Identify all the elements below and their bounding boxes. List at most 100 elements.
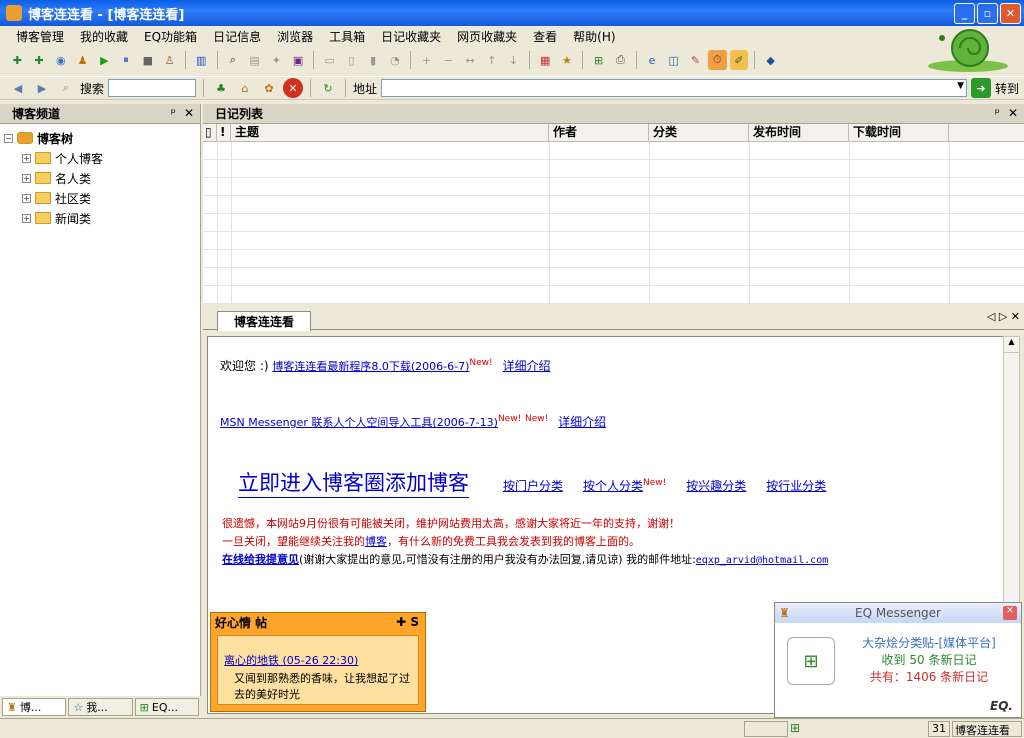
copy-icon[interactable]: ▯ — [342, 50, 361, 70]
globe-icon[interactable]: ◉ — [51, 50, 70, 70]
menu-browser[interactable]: 浏览器 — [269, 28, 321, 45]
close-icon[interactable]: ✕ — [1003, 606, 1017, 620]
menu-web-favorites[interactable]: 网页收藏夹 — [449, 28, 525, 45]
expand-icon[interactable]: + — [22, 173, 31, 183]
search-icon[interactable]: ⌕ — [56, 78, 76, 98]
comment-icon[interactable]: ◔ — [386, 50, 405, 70]
home-icon[interactable]: ⌂ — [235, 78, 255, 98]
calendar-icon[interactable]: ▦ — [536, 50, 555, 70]
maximize-button[interactable]: ▫ — [977, 3, 998, 24]
printer-icon[interactable]: ⎙ — [611, 50, 630, 70]
stop-icon[interactable]: ■ — [138, 50, 157, 70]
pin-icon[interactable]: ✦ — [267, 50, 286, 70]
edit-icon[interactable]: ✎ — [686, 50, 705, 70]
column-author[interactable]: 作者 — [549, 124, 649, 141]
play-icon[interactable]: ▶ — [95, 50, 114, 70]
column-subject[interactable]: 主题 — [231, 124, 549, 141]
personal-category-link[interactable]: 按个人分类 — [583, 479, 643, 493]
new-folder-icon[interactable]: ✚ — [30, 50, 49, 70]
menu-blog-manage[interactable]: 博客管理 — [8, 28, 72, 45]
column-publish-time[interactable]: 发布时间 — [749, 124, 849, 141]
feedback-link[interactable]: 在线给我提意见 — [222, 553, 299, 566]
blog-link[interactable]: 博客 — [365, 535, 387, 548]
collapse-icon[interactable]: − — [4, 133, 13, 143]
tree-item-personal[interactable]: + 个人博客 — [4, 148, 200, 168]
note-post-link[interactable]: 离心的地铁 (05-26 22:30) — [224, 652, 412, 668]
up-arrow-icon[interactable]: ↑ — [482, 50, 501, 70]
search-input[interactable] — [108, 79, 197, 97]
tab-blog[interactable]: ♜ 博... — [2, 698, 67, 716]
down-arrow-icon[interactable]: ↓ — [504, 50, 523, 70]
tab-eq[interactable]: ⊞ EQ... — [134, 698, 199, 716]
scroll-up-icon[interactable]: ▲ — [1004, 337, 1019, 353]
user-icon[interactable]: ♟ — [73, 50, 92, 70]
refresh-icon[interactable]: ✿ — [259, 78, 279, 98]
email-link[interactable]: eqxp_arvid@hotmail.com — [696, 555, 828, 566]
star-icon[interactable]: ★ — [558, 50, 577, 70]
go-button[interactable]: 转到 — [995, 80, 1019, 97]
close-icon[interactable]: ✕ — [1008, 106, 1018, 120]
tab-blog-linkup[interactable]: 博客连连看 — [217, 311, 311, 331]
messenger-line1[interactable]: 大杂烩分类贴-[媒体平台] — [841, 635, 1017, 652]
pause-icon[interactable]: ⏸ — [117, 50, 136, 70]
expand-icon[interactable]: + — [22, 153, 31, 163]
windows-icon[interactable]: ⊞ — [589, 50, 608, 70]
enter-blog-circle-link[interactable]: 立即进入博客圈添加博客 — [238, 467, 469, 498]
add-icon[interactable]: ✚ — [8, 50, 27, 70]
resize-icon[interactable]: ↔ — [461, 50, 480, 70]
doc-column-icon[interactable]: ▯ — [203, 124, 217, 141]
expand-icon[interactable]: + — [22, 193, 31, 203]
menu-help[interactable]: 帮助(H) — [565, 28, 623, 45]
info-icon[interactable]: ◆ — [761, 50, 780, 70]
pin-icon[interactable]: ᵖ — [995, 106, 1000, 120]
tree-root[interactable]: − 博客树 — [4, 128, 200, 148]
address-input[interactable]: ▼ — [381, 79, 968, 97]
column-download-time[interactable]: 下载时间 — [849, 124, 949, 141]
tree-item-celebrity[interactable]: + 名人类 — [4, 168, 200, 188]
person-icon[interactable]: ♙ — [160, 50, 179, 70]
forward-icon[interactable]: ▶ — [32, 78, 52, 98]
menu-diary-favorites[interactable]: 日记收藏夹 — [373, 28, 449, 45]
expand-icon[interactable]: + — [22, 213, 31, 223]
flag-column-icon[interactable]: ! — [217, 124, 231, 141]
book-icon[interactable]: ▥ — [192, 50, 211, 70]
column-category[interactable]: 分类 — [649, 124, 749, 141]
industry-category-link[interactable]: 按行业分类 — [766, 477, 826, 494]
ie-icon[interactable]: e — [643, 50, 662, 70]
doc-icon[interactable]: ▭ — [320, 50, 339, 70]
go-arrow-icon[interactable]: ➔ — [971, 78, 992, 98]
binoculars-icon[interactable]: ⌕ — [223, 50, 242, 70]
close-icon[interactable]: ✕ — [184, 106, 194, 120]
download-link[interactable]: 博客连连看最新程序8.0下载(2006-6-7) — [272, 360, 469, 373]
menu-toolbox[interactable]: 工具箱 — [321, 28, 373, 45]
msn-tool-link[interactable]: MSN Messenger 联系人个人空间导入工具(2006-7-13) — [220, 416, 498, 429]
clock-icon[interactable]: ⏱ — [707, 50, 727, 70]
menu-favorites[interactable]: 我的收藏 — [72, 28, 136, 45]
tree-icon[interactable]: ♣ — [211, 78, 231, 98]
plus-icon[interactable]: + — [417, 50, 436, 70]
chevron-down-icon[interactable]: ▼ — [957, 81, 964, 91]
tree-item-community[interactable]: + 社区类 — [4, 188, 200, 208]
pin-icon[interactable]: ᵖ — [171, 106, 176, 120]
tree-item-news[interactable]: + 新闻类 — [4, 208, 200, 228]
tab-nav-controls[interactable]: ◁ ▷ ✕ — [987, 310, 1020, 323]
menu-view[interactable]: 查看 — [525, 28, 565, 45]
window-icon[interactable]: ◫ — [664, 50, 683, 70]
detail-link[interactable]: 详细介绍 — [558, 415, 606, 429]
tab-favorites[interactable]: ☆ 我... — [68, 698, 133, 716]
portal-category-link[interactable]: 按门户分类 — [503, 477, 563, 494]
interest-category-link[interactable]: 按兴趣分类 — [686, 477, 746, 494]
print-icon[interactable]: ▤ — [245, 50, 264, 70]
note-icon[interactable]: ✐ — [729, 50, 749, 70]
save-icon[interactable]: ▣ — [289, 50, 308, 70]
stop-red-icon[interactable]: ✕ — [283, 78, 304, 98]
reload-icon[interactable]: ↻ — [318, 78, 338, 98]
close-button[interactable]: ✕ — [1000, 3, 1021, 24]
back-icon[interactable]: ◀ — [8, 78, 28, 98]
menu-diary-info[interactable]: 日记信息 — [205, 28, 269, 45]
note-controls[interactable]: ✚ S — [396, 615, 419, 629]
detail-link[interactable]: 详细介绍 — [502, 359, 550, 373]
minimize-button[interactable]: _ — [954, 3, 975, 24]
menu-eq-tools[interactable]: EQ功能箱 — [136, 28, 205, 45]
minus-icon[interactable]: − — [439, 50, 458, 70]
